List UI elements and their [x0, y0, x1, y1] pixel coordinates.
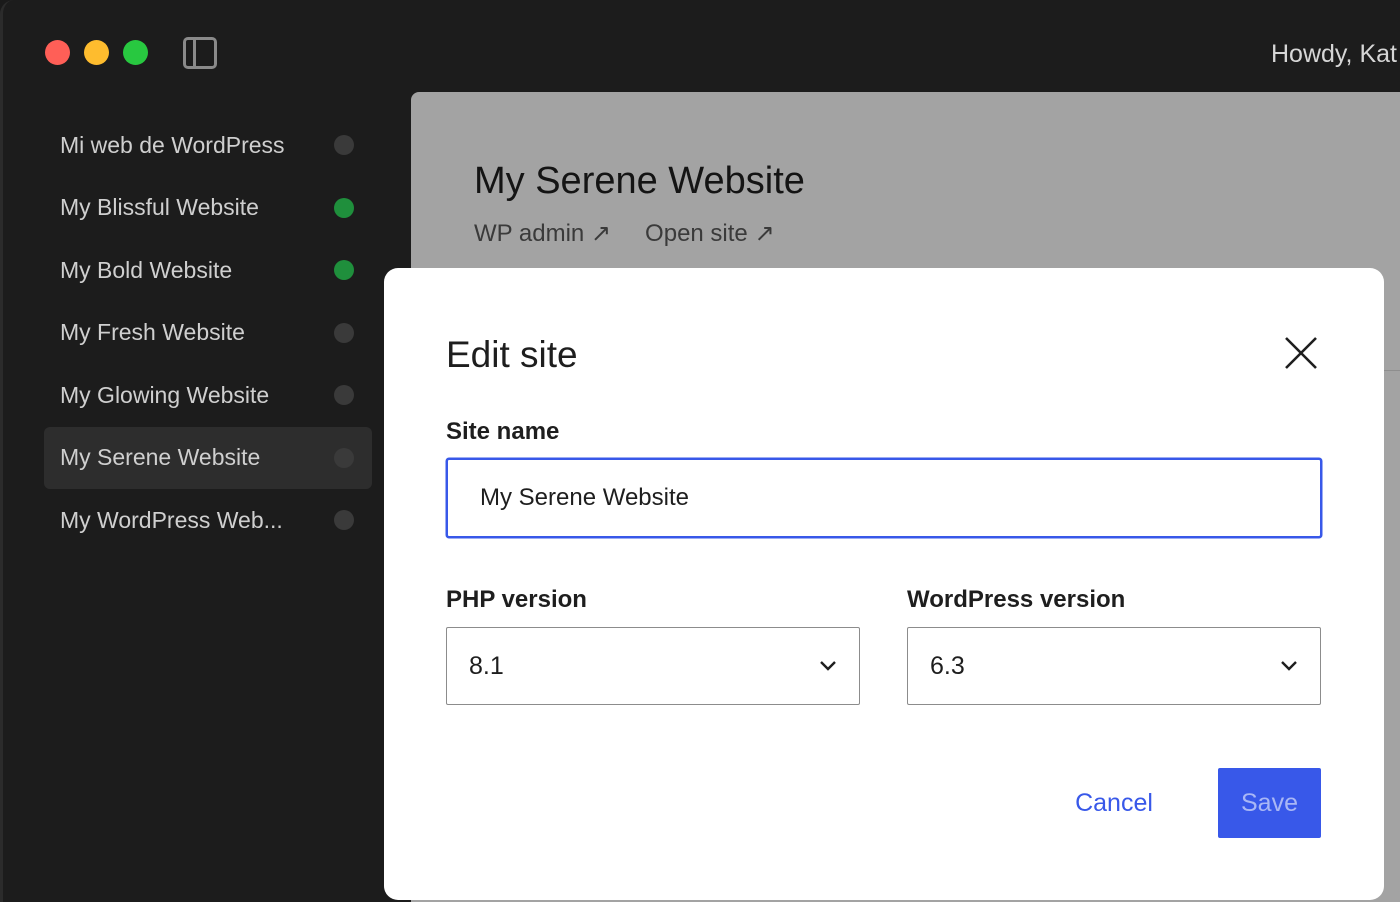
- wordpress-version-select[interactable]: 6.3: [907, 627, 1321, 705]
- save-button[interactable]: Save: [1218, 768, 1321, 838]
- open-site-link[interactable]: Open site ↗: [645, 219, 775, 248]
- sidebar-item-label: My Serene Website: [60, 444, 261, 471]
- sidebar-item-site[interactable]: My Blissful Website: [44, 177, 372, 240]
- chevron-down-icon: [1281, 661, 1297, 671]
- close-dialog-button[interactable]: [1282, 334, 1320, 372]
- php-version-value: 8.1: [469, 651, 504, 680]
- site-name-label: Site name: [446, 418, 560, 445]
- sidebar-item-site-selected[interactable]: My Serene Website: [44, 426, 372, 489]
- window-controls: [45, 40, 148, 65]
- sidebar-item-label: Mi web de WordPress: [60, 131, 285, 158]
- sidebar-item-site[interactable]: My WordPress Web...: [44, 489, 372, 552]
- dialog-title: Edit site: [446, 334, 578, 375]
- sidebar-item-site[interactable]: Mi web de WordPress: [44, 114, 372, 177]
- minimize-window-button[interactable]: [84, 40, 109, 65]
- status-indicator-icon: [334, 135, 354, 156]
- sidebar-item-site[interactable]: My Glowing Website: [44, 364, 372, 427]
- status-indicator-icon: [334, 510, 354, 531]
- cancel-button[interactable]: Cancel: [1052, 768, 1176, 838]
- wordpress-version-value: 6.3: [930, 651, 965, 680]
- status-indicator-icon: [334, 447, 354, 468]
- close-window-button[interactable]: [45, 40, 70, 65]
- sidebar-item-label: My WordPress Web...: [60, 506, 283, 533]
- sidebar-item-label: My Bold Website: [60, 256, 233, 283]
- app-window: Howdy, Kat Mi web de WordPress My Blissf…: [0, 0, 1400, 902]
- wordpress-version-label: WordPress version: [907, 586, 1126, 613]
- user-greeting[interactable]: Howdy, Kat: [1271, 40, 1397, 69]
- edit-site-dialog: Edit site Site name PHP version 8.1 Word…: [384, 268, 1384, 900]
- status-indicator-icon: [334, 385, 354, 406]
- sidebar-item-label: My Blissful Website: [60, 194, 259, 221]
- sidebar-item-site[interactable]: My Bold Website: [44, 239, 372, 302]
- sidebar-toggle-icon[interactable]: [183, 37, 217, 69]
- sidebar-item-label: My Fresh Website: [60, 319, 245, 346]
- php-version-select[interactable]: 8.1: [446, 627, 860, 705]
- php-version-label: PHP version: [446, 586, 587, 613]
- zoom-window-button[interactable]: [123, 40, 148, 65]
- chevron-down-icon: [820, 661, 836, 671]
- page-title: My Serene Website: [474, 160, 805, 202]
- sidebar-item-site[interactable]: My Fresh Website: [44, 302, 372, 365]
- status-indicator-icon: [334, 260, 354, 281]
- status-indicator-icon: [334, 197, 354, 218]
- site-list: Mi web de WordPress My Blissful Website …: [44, 114, 372, 552]
- status-indicator-icon: [334, 322, 354, 343]
- site-name-input[interactable]: [446, 458, 1322, 538]
- sidebar-item-label: My Glowing Website: [60, 381, 270, 408]
- site-links: WP admin ↗ Open site ↗: [474, 219, 775, 248]
- wp-admin-link[interactable]: WP admin ↗: [474, 219, 611, 248]
- close-icon: [1285, 337, 1317, 369]
